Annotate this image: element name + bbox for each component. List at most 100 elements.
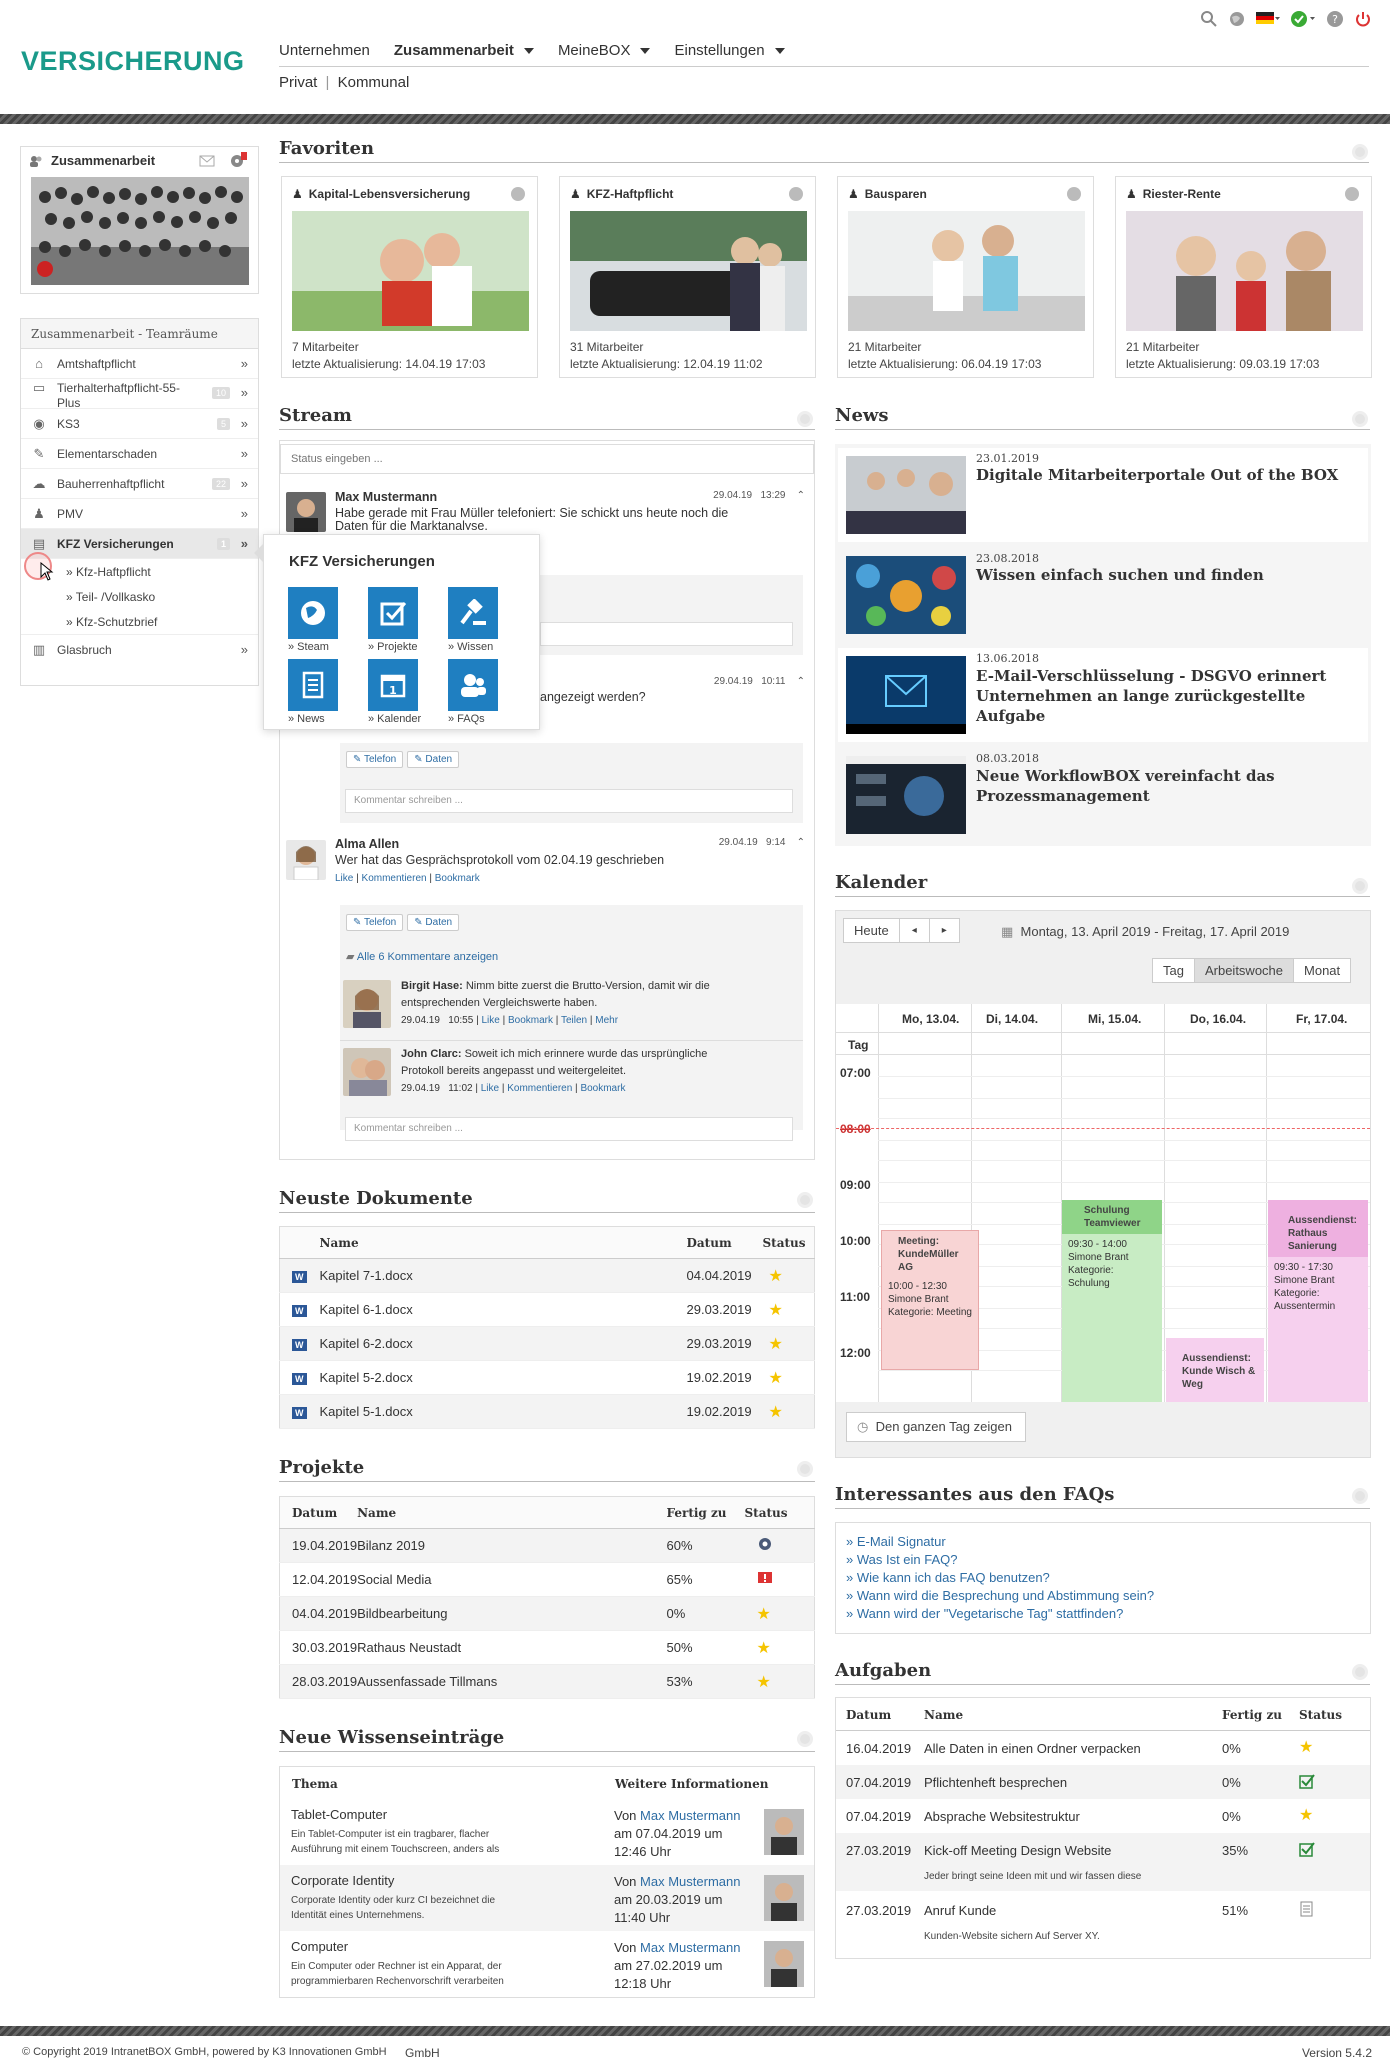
- table-row[interactable]: 27.03.2019 Anruf Kunde 51% Kunden-Website …: [836, 1891, 1370, 1951]
- view-arbeitswoche[interactable]: Arbeitswoche: [1194, 958, 1295, 983]
- table-row[interactable]: W Kapitel 5-1.docx 19.02.2019 ★: [279, 1394, 815, 1429]
- bookmark-link[interactable]: Bookmark: [435, 873, 480, 884]
- collapse-icon[interactable]: ⌃: [797, 676, 805, 687]
- col-status[interactable]: Status: [1299, 1708, 1342, 1722]
- star-icon[interactable]: ★: [769, 1268, 783, 1285]
- calendar-event[interactable]: Aussendienst: Rathaus Sanierung 09:30 - …: [1268, 1200, 1368, 1402]
- table-row[interactable]: 30.03.2019 Rathaus Neustadt 50% ★: [279, 1630, 815, 1665]
- day-header[interactable]: Mi, 15.04.: [1088, 1012, 1141, 1026]
- settings-notify-icon[interactable]: [229, 151, 249, 169]
- col-date[interactable]: Datum: [279, 1496, 358, 1529]
- like-link[interactable]: Like: [335, 873, 353, 884]
- sidebar-subitem-schutzbrief[interactable]: » Kfz-Schutzbrief: [21, 609, 258, 634]
- expand-arrow[interactable]: »: [241, 476, 248, 491]
- favorite-card[interactable]: ♟ Kapital-Lebensversicherung 7 Mitarbeite…: [281, 176, 538, 378]
- gear-icon[interactable]: [797, 1461, 813, 1477]
- gear-icon[interactable]: [1352, 1488, 1368, 1504]
- comment-link[interactable]: Kommentieren: [362, 873, 427, 884]
- check-icon[interactable]: [1299, 1773, 1315, 1789]
- sidebar-item-pmv[interactable]: ♟ PMV »: [21, 499, 258, 529]
- col-status[interactable]: Status: [762, 1226, 815, 1259]
- table-row[interactable]: 07.04.2019 Absprache Websitestruktur 0% ★: [836, 1799, 1370, 1833]
- doc-name[interactable]: Kapitel 7-1.docx: [319, 1258, 687, 1293]
- col-name[interactable]: Name: [357, 1496, 667, 1529]
- nav-einstellungen[interactable]: Einstellungen: [674, 42, 785, 59]
- status-input[interactable]: [280, 444, 814, 474]
- gear-icon[interactable]: [797, 411, 813, 427]
- doc-name[interactable]: Kapitel 5-1.docx: [319, 1394, 687, 1429]
- popup-label[interactable]: » Kalender: [368, 713, 421, 725]
- tag-telefon[interactable]: ✎ Telefon: [346, 751, 404, 768]
- view-monat[interactable]: Monat: [1294, 958, 1352, 983]
- day-header[interactable]: Do, 16.04.: [1190, 1012, 1246, 1026]
- doc-icon[interactable]: [1299, 1901, 1315, 1917]
- day-header[interactable]: Mo, 13.04.: [902, 1012, 959, 1026]
- like-link[interactable]: Like: [481, 1015, 499, 1026]
- gear-icon[interactable]: [797, 1192, 813, 1208]
- nav-meinebox[interactable]: MeineBOX: [558, 42, 651, 59]
- search-icon[interactable]: [1200, 10, 1218, 28]
- collapse-icon[interactable]: ⌃: [797, 837, 805, 848]
- expand-arrow[interactable]: »: [241, 416, 248, 431]
- alert-icon[interactable]: [757, 1570, 773, 1586]
- expand-arrow[interactable]: »: [241, 446, 248, 461]
- calendar-event[interactable]: Meeting: KundeMüller AG 10:00 - 12:30 Sim…: [881, 1230, 979, 1370]
- tag-daten[interactable]: ✎ Daten: [407, 751, 460, 768]
- sidebar-subitem-haftpflicht[interactable]: » Kfz-Haftpflicht: [21, 559, 258, 584]
- table-row[interactable]: 27.03.2019 Kick-off Meeting Design Websit…: [836, 1833, 1370, 1891]
- flag-de-icon[interactable]: [1256, 11, 1280, 27]
- sidebar-subitem-kasko[interactable]: » Teil- /Vollkasko: [21, 584, 258, 609]
- popup-label[interactable]: » Steam: [288, 641, 329, 653]
- faq-link[interactable]: » Wie kann ich das FAQ benutzen?: [846, 1569, 1360, 1587]
- col-info[interactable]: Weitere Informationen: [615, 1777, 769, 1791]
- nav-zusammenarbeit[interactable]: Zusammenarbeit: [394, 42, 534, 59]
- author-link[interactable]: Max Mustermann: [640, 1940, 740, 1955]
- gear-icon[interactable]: [1352, 144, 1368, 160]
- table-row[interactable]: 04.04.2019 Bildbearbeitung 0% ★: [279, 1596, 815, 1631]
- collapse-icon[interactable]: ⌃: [797, 490, 805, 501]
- faq-link[interactable]: » E-Mail Signatur: [846, 1533, 1360, 1551]
- popup-tile-kalender[interactable]: 1: [368, 659, 418, 711]
- share-link[interactable]: Teilen: [561, 1015, 587, 1026]
- tag-telefon[interactable]: ✎ Telefon: [346, 914, 404, 931]
- date-range[interactable]: ▦ Montag, 13. April 2019 - Freitag, 17. …: [1001, 924, 1289, 940]
- sidebar-item-elementarschaden[interactable]: ✎ Elementarschaden »: [21, 439, 258, 469]
- globe-icon[interactable]: [1345, 187, 1359, 201]
- comment-input-partial[interactable]: [540, 622, 793, 646]
- bookmark-link[interactable]: Bookmark: [580, 1083, 625, 1094]
- globe-icon[interactable]: [789, 187, 803, 201]
- knowledge-row[interactable]: Corporate Identity Corporate Identity od…: [280, 1865, 814, 1931]
- check-icon[interactable]: [1299, 1841, 1315, 1857]
- doc-name[interactable]: Kapitel 6-1.docx: [319, 1292, 687, 1327]
- sidebar-item-ks3[interactable]: ◉ KS3 5 »: [21, 409, 258, 439]
- comment-link[interactable]: Kommentieren: [507, 1083, 572, 1094]
- gear-icon[interactable]: [757, 1536, 773, 1552]
- knowledge-row[interactable]: Tablet-Computer Ein Tablet-Computer ist …: [280, 1799, 814, 1865]
- sidebar-item-kfz[interactable]: ▤ KFZ Versicherungen 1 »: [21, 529, 258, 559]
- table-row[interactable]: W Kapitel 7-1.docx 04.04.2019 ★: [279, 1258, 815, 1293]
- table-row[interactable]: 12.04.2019 Social Media 65%: [279, 1562, 815, 1597]
- today-button[interactable]: Heute: [843, 918, 900, 943]
- subnav-kommunal[interactable]: Kommunal: [338, 74, 410, 91]
- table-row[interactable]: W Kapitel 5-2.docx 19.02.2019 ★: [279, 1360, 815, 1395]
- favorite-card[interactable]: ♟ Bausparen 21 Mitarbeiter letzte Aktualis…: [837, 176, 1094, 378]
- star-icon[interactable]: ★: [757, 1674, 771, 1691]
- popup-label[interactable]: » Wissen: [448, 641, 493, 653]
- table-row[interactable]: 28.03.2019 Aussenfassade Tillmans 53% ★: [279, 1664, 815, 1699]
- favorite-card[interactable]: ♟ KFZ-Haftpflicht 31 Mitarbeiter letzte Ak…: [559, 176, 816, 378]
- star-icon[interactable]: ★: [1299, 1805, 1313, 1825]
- comment-input[interactable]: Kommentar schreiben ...: [345, 789, 793, 813]
- star-icon[interactable]: ★: [769, 1370, 783, 1387]
- col-topic[interactable]: Thema: [292, 1777, 338, 1791]
- popup-tile-stream[interactable]: [288, 587, 338, 639]
- more-link[interactable]: Mehr: [595, 1015, 618, 1026]
- comment-input[interactable]: Kommentar schreiben ...: [345, 1117, 793, 1141]
- calendar-event[interactable]: Schulung Teamviewer 09:30 - 14:00 Simone …: [1062, 1200, 1162, 1402]
- expand-arrow[interactable]: »: [241, 642, 248, 657]
- day-header[interactable]: Di, 14.04.: [986, 1012, 1038, 1026]
- table-row[interactable]: W Kapitel 6-2.docx 29.03.2019 ★: [279, 1326, 815, 1361]
- star-icon[interactable]: ★: [769, 1404, 783, 1421]
- news-item[interactable]: 13.06.2018 E-Mail-Verschlüsselung - DSGV…: [838, 648, 1368, 742]
- sidebar-item-bauherren[interactable]: ☁ Bauherrenhaftpflicht 22 »: [21, 469, 258, 499]
- tag-daten[interactable]: ✎ Daten: [407, 914, 460, 931]
